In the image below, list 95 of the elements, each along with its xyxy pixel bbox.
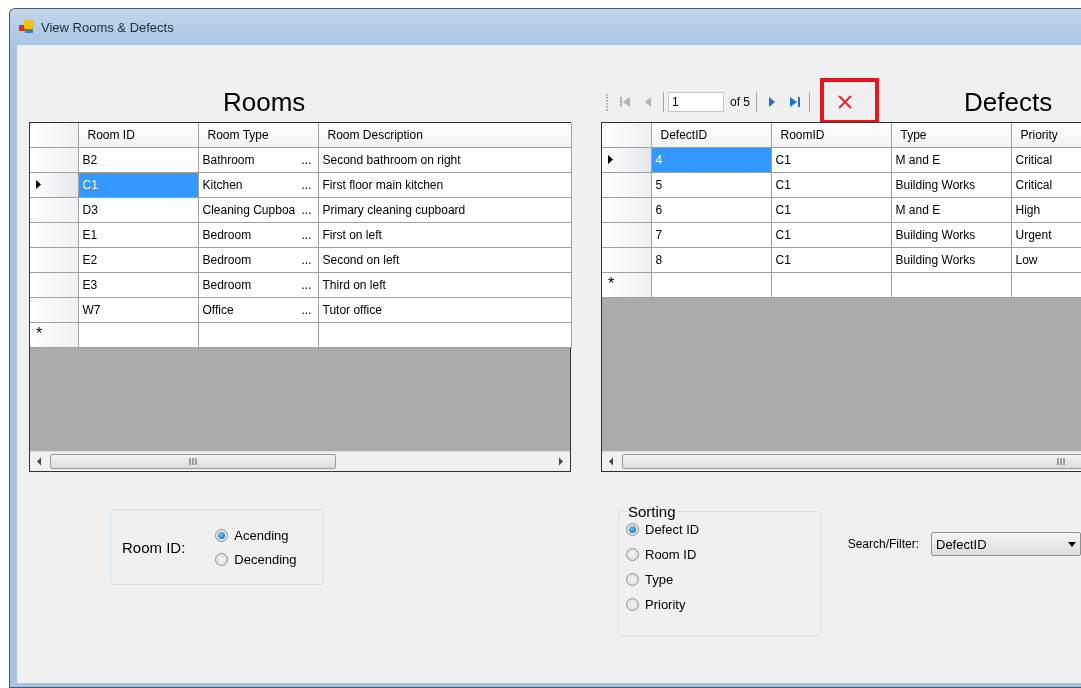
radio-button[interactable] bbox=[626, 573, 639, 586]
row-header[interactable] bbox=[30, 197, 78, 222]
table-cell: Second bathroom on right bbox=[318, 147, 571, 172]
table-cell: 6 bbox=[651, 197, 771, 222]
table-cell: Third on left bbox=[318, 272, 571, 297]
table-cell: M and E bbox=[891, 197, 1011, 222]
table-cell: C1 bbox=[771, 222, 891, 247]
current-row-icon bbox=[608, 154, 613, 164]
ellipsis-button[interactable]: ... bbox=[301, 152, 314, 167]
row-header[interactable] bbox=[30, 247, 78, 272]
table-cell: Building Works bbox=[891, 222, 1011, 247]
group-title: Sorting bbox=[627, 503, 677, 520]
table-cell: Primary cleaning cupboard bbox=[318, 197, 571, 222]
defects-heading: Defects bbox=[964, 87, 1053, 119]
table-cell: Tutor office bbox=[318, 297, 571, 322]
table-cell: Office bbox=[202, 302, 234, 317]
table-cell: W7 bbox=[78, 297, 198, 322]
table-cell: 4 bbox=[651, 147, 771, 172]
table-cell: Cleaning Cupboa bbox=[202, 202, 296, 217]
table-cell: 8 bbox=[651, 247, 771, 272]
table-cell: C1 bbox=[78, 172, 198, 197]
row-header[interactable] bbox=[602, 197, 651, 222]
column-header[interactable]: RoomID bbox=[771, 123, 891, 147]
ellipsis-button[interactable]: ... bbox=[301, 252, 314, 267]
table-cell: 5 bbox=[651, 172, 771, 197]
radio-button[interactable] bbox=[215, 552, 229, 566]
column-header[interactable]: Room Description bbox=[318, 123, 571, 147]
filter-dropdown[interactable]: DefectID bbox=[931, 532, 1081, 556]
table-cell: Bedroom bbox=[202, 227, 252, 242]
ellipsis-button[interactable]: ... bbox=[301, 202, 314, 217]
table-cell: C1 bbox=[771, 147, 891, 172]
row-header[interactable] bbox=[602, 172, 651, 197]
radio-button[interactable] bbox=[626, 523, 639, 536]
toolbar-grip-icon bbox=[605, 92, 609, 112]
table-cell: First floor main kitchen bbox=[318, 172, 571, 197]
radio-label[interactable]: Type bbox=[645, 572, 674, 587]
new-row-marker: * bbox=[36, 324, 43, 342]
table-cell: Building Works bbox=[891, 247, 1011, 272]
table-cell: Second on left bbox=[318, 247, 571, 272]
table-cell: 7 bbox=[651, 222, 771, 247]
horizontal-scrollbar[interactable] bbox=[602, 451, 1081, 471]
table-cell: Kitchen bbox=[202, 177, 243, 192]
column-header[interactable]: Room Type bbox=[198, 123, 318, 147]
search-filter-label: Search/Filter: bbox=[847, 537, 919, 551]
ellipsis-button[interactable]: ... bbox=[301, 227, 314, 242]
table-cell: E3 bbox=[78, 272, 198, 297]
table-cell: Bedroom bbox=[202, 277, 252, 292]
table-cell: C1 bbox=[771, 172, 891, 197]
radio-label[interactable]: Defect ID bbox=[645, 522, 700, 537]
rooms-heading: Rooms bbox=[223, 87, 306, 119]
scroll-thumb[interactable] bbox=[621, 454, 1081, 469]
ellipsis-button[interactable]: ... bbox=[301, 277, 314, 292]
row-header[interactable] bbox=[30, 272, 78, 297]
row-header[interactable] bbox=[602, 247, 651, 272]
app-icon bbox=[19, 20, 35, 34]
ellipsis-button[interactable]: ... bbox=[301, 177, 314, 192]
table-cell: D3 bbox=[78, 197, 198, 222]
table-cell: Bedroom bbox=[202, 252, 252, 267]
room-id-label: Room ID: bbox=[122, 538, 186, 556]
table-cell: Building Works bbox=[891, 172, 1011, 197]
row-header[interactable] bbox=[602, 222, 651, 247]
horizontal-scrollbar[interactable] bbox=[30, 451, 570, 471]
row-header[interactable] bbox=[30, 222, 78, 247]
record-count: of 5 bbox=[730, 95, 750, 109]
row-header[interactable] bbox=[602, 147, 651, 172]
position-field[interactable]: 1 bbox=[668, 92, 724, 112]
dropdown-arrow-icon bbox=[1068, 541, 1076, 547]
table-cell: Bathroom bbox=[202, 152, 255, 167]
scroll-thumb[interactable] bbox=[50, 454, 336, 469]
table-cell: First on left bbox=[318, 222, 571, 247]
row-header[interactable] bbox=[30, 172, 78, 197]
radio-label[interactable]: Decending bbox=[234, 551, 297, 567]
column-header[interactable]: Type bbox=[891, 123, 1011, 147]
column-header[interactable]: DefectID bbox=[651, 123, 771, 147]
current-row-icon bbox=[36, 179, 41, 189]
delete-x-icon bbox=[837, 94, 853, 110]
radio-button[interactable] bbox=[626, 548, 639, 561]
table-cell: M and E bbox=[891, 147, 1011, 172]
radio-button[interactable] bbox=[626, 598, 639, 611]
radio-button[interactable] bbox=[215, 528, 229, 542]
row-header[interactable] bbox=[30, 147, 78, 172]
ellipsis-button[interactable]: ... bbox=[301, 302, 314, 317]
window-title: View Rooms & Defects bbox=[41, 19, 174, 35]
radio-label[interactable]: Priority bbox=[645, 597, 686, 612]
row-header[interactable] bbox=[30, 297, 78, 322]
table-cell: C1 bbox=[771, 247, 891, 272]
column-header[interactable]: Room ID bbox=[78, 123, 198, 147]
new-row-marker: * bbox=[608, 274, 615, 292]
table-cell: C1 bbox=[771, 197, 891, 222]
column-header[interactable]: Priority bbox=[1011, 123, 1081, 147]
table-cell: E2 bbox=[78, 247, 198, 272]
radio-label[interactable]: Acending bbox=[234, 527, 289, 543]
radio-label[interactable]: Room ID bbox=[645, 547, 697, 562]
table-cell: B2 bbox=[78, 147, 198, 172]
table-cell: E1 bbox=[78, 222, 198, 247]
